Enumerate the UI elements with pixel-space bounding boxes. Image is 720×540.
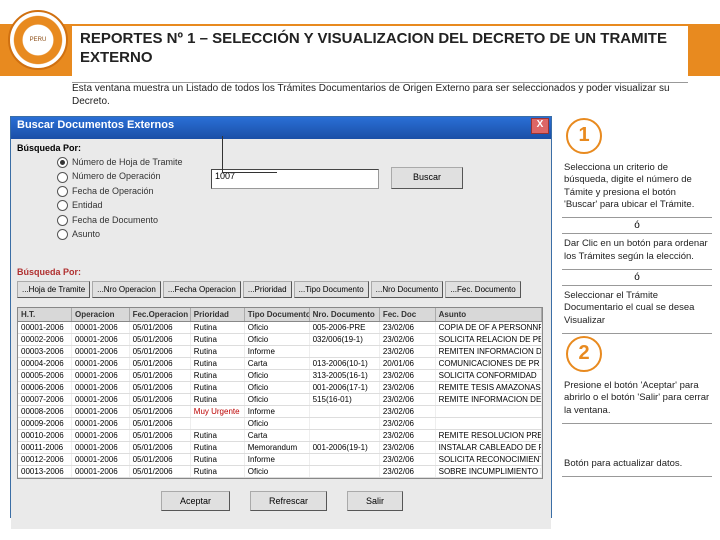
app-window: Buscar Documentos Externos X Búsqueda Po…	[10, 116, 552, 518]
sort-label: Búsqueda Por:	[17, 267, 81, 277]
aceptar-button[interactable]: Aceptar	[161, 491, 230, 511]
column-header[interactable]: Fec.Operacion	[130, 308, 191, 321]
step-3-text: Botón para actualizar datos.	[562, 454, 712, 477]
grid-header: H.T.OperacionFec.OperacionPrioridadTipo …	[18, 308, 542, 322]
bottom-buttons: Aceptar Refrescar Salir	[161, 491, 403, 511]
table-row[interactable]: 00001-200600001-200605/01/2006RutinaOfic…	[18, 322, 542, 334]
radio-option[interactable]: Asunto	[57, 227, 545, 241]
salir-button[interactable]: Salir	[347, 491, 403, 511]
sort-button[interactable]: ...Prioridad	[243, 281, 292, 298]
step-2-text: Presione el botón 'Aceptar' para abrirlo…	[562, 376, 712, 424]
table-row[interactable]: 00009-200600001-200605/01/2006Oficio23/0…	[18, 418, 542, 430]
table-row[interactable]: 00013-200600001-200605/01/2006RutinaOfic…	[18, 466, 542, 478]
column-header[interactable]: H.T.	[18, 308, 72, 321]
table-row[interactable]: 00004-200600001-200605/01/2006RutinaCart…	[18, 358, 542, 370]
table-row[interactable]: 00002-200600001-200605/01/2006RutinaOfic…	[18, 334, 542, 346]
table-row[interactable]: 00006-200600001-200605/01/2006RutinaOfic…	[18, 382, 542, 394]
step-2-badge: 2	[566, 336, 602, 372]
sort-button[interactable]: ...Fecha Operacion	[163, 281, 241, 298]
table-row[interactable]: 00012-200600001-200605/01/2006RutinaInfo…	[18, 454, 542, 466]
radio-group: Número de Hoja de TramiteNúmero de Opera…	[57, 155, 545, 241]
refrescar-button[interactable]: Refrescar	[250, 491, 327, 511]
search-section-label: Búsqueda Por:	[17, 143, 545, 153]
sort-button[interactable]: ...Nro Documento	[371, 281, 444, 298]
radio-option[interactable]: Entidad	[57, 198, 545, 212]
table-row[interactable]: 00007-200600001-200605/01/2006RutinaOfic…	[18, 394, 542, 406]
column-header[interactable]: Tipo Documento	[245, 308, 310, 321]
window-titlebar: Buscar Documentos Externos X	[11, 117, 551, 139]
separator: ó	[562, 218, 712, 234]
sort-button[interactable]: ...Hoja de Tramite	[17, 281, 90, 298]
data-grid: H.T.OperacionFec.OperacionPrioridadTipo …	[17, 307, 543, 479]
column-header[interactable]: Prioridad	[191, 308, 245, 321]
slide-intro: Esta ventana muestra un Listado de todos…	[72, 82, 692, 108]
table-row[interactable]: 00008-200600001-200605/01/2006Muy Urgent…	[18, 406, 542, 418]
step-1c-text: Seleccionar el Trámite Documentario el c…	[562, 286, 712, 334]
sort-button[interactable]: ...Tipo Documento	[294, 281, 369, 298]
window-body: Búsqueda Por: Número de Hoja de TramiteN…	[11, 139, 551, 529]
sort-buttons: ...Hoja de Tramite...Nro Operacion...Fec…	[17, 281, 521, 298]
step-1-text: Selecciona un criterio de búsqueda, digi…	[562, 158, 712, 218]
arrow	[222, 136, 223, 172]
table-row[interactable]: 00010-200600001-200605/01/2006RutinaCart…	[18, 430, 542, 442]
close-icon[interactable]: X	[531, 118, 549, 134]
arrow	[222, 172, 277, 173]
slide-title: REPORTES Nº 1 – SELECCIÓN Y VISUALIZACIO…	[72, 26, 688, 83]
step-1-badge: 1	[566, 118, 602, 154]
radio-option[interactable]: Fecha de Documento	[57, 213, 545, 227]
separator: ó	[562, 270, 712, 286]
sort-button[interactable]: ...Nro Operacion	[92, 281, 161, 298]
column-header[interactable]: Operacion	[72, 308, 130, 321]
column-header[interactable]: Asunto	[436, 308, 542, 321]
table-row[interactable]: 00011-200600001-200605/01/2006RutinaMemo…	[18, 442, 542, 454]
radio-option[interactable]: Número de Hoja de Tramite	[57, 155, 545, 169]
column-header[interactable]: Nro. Documento	[310, 308, 380, 321]
column-header[interactable]: Fec. Doc	[380, 308, 436, 321]
step-1b-text: Dar Clic en un botón para ordenar los Tr…	[562, 234, 712, 270]
org-logo: PERU	[8, 10, 68, 70]
buscar-button[interactable]: Buscar	[391, 167, 463, 189]
table-row[interactable]: 00005-200600001-200605/01/2006RutinaOfic…	[18, 370, 542, 382]
table-row[interactable]: 00003-200600001-200605/01/2006RutinaInfo…	[18, 346, 542, 358]
table-row[interactable]: 00017-200600001-200605/01/200623/02/06RE…	[18, 478, 542, 479]
steps-sidebar: 1 Selecciona un criterio de búsqueda, di…	[562, 116, 712, 477]
window-title: Buscar Documentos Externos	[17, 119, 174, 131]
sort-button[interactable]: ...Fec. Documento	[445, 281, 520, 298]
